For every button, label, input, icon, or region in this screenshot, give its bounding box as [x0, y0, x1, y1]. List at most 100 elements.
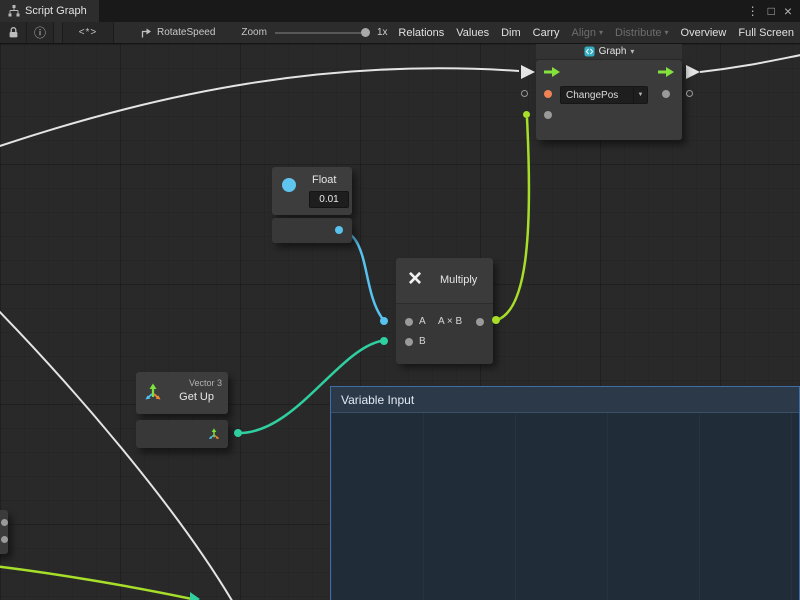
- toolbar-button-relations[interactable]: Relations: [392, 22, 450, 44]
- button-label: Carry: [533, 27, 560, 39]
- button-label: Full Screen: [738, 27, 794, 39]
- variable-input-body[interactable]: [331, 413, 799, 600]
- multiply-result-wire-start[interactable]: [492, 316, 500, 324]
- vector3-node-header[interactable]: Vector 3 Get Up: [136, 372, 228, 414]
- vector3-node-title: Get Up: [179, 391, 214, 403]
- float-node-header[interactable]: Float 0.01: [272, 167, 352, 215]
- wire-multiply-to-changepos[interactable]: [497, 118, 529, 320]
- flow-arrowhead-in: [521, 65, 535, 79]
- multiply-a-port[interactable]: [405, 318, 413, 326]
- tab-bar: Script Graph ⋮ □ ×: [0, 0, 800, 22]
- code-view-button[interactable]: <*>: [62, 22, 114, 43]
- toolbar-button-align[interactable]: Align▾: [566, 22, 609, 44]
- toolbar-buttons: Relations Values Dim Carry Align▾ Distri…: [392, 22, 800, 44]
- variable-dropdown[interactable]: ChangePos ▼: [560, 86, 648, 104]
- wire-diagonal[interactable]: [0, 306, 234, 600]
- multiply-node[interactable]: × Multiply A A × B B: [396, 258, 493, 363]
- graph-icon: [584, 46, 595, 57]
- flow-out-port-icon[interactable]: [658, 67, 674, 77]
- window-buttons: ⋮ □ ×: [747, 0, 800, 22]
- tab-script-graph[interactable]: Script Graph: [0, 0, 99, 22]
- input-port[interactable]: [544, 111, 552, 119]
- graph-node-title: Graph: [599, 46, 627, 57]
- button-label: Values: [456, 27, 489, 39]
- changepos-value-port[interactable]: [544, 90, 552, 98]
- float-node-body[interactable]: [272, 218, 352, 243]
- graph-name: RotateSpeed: [157, 27, 215, 38]
- multiply-b-wire-end[interactable]: [380, 337, 388, 345]
- maximize-icon[interactable]: □: [768, 0, 775, 22]
- wire-flow-in[interactable]: [0, 68, 519, 148]
- float-node-title: Float: [312, 174, 336, 186]
- code-icon: <*>: [79, 27, 98, 38]
- script-graph-window: Script Graph ⋮ □ × ⓘ <*> RotateSpeed: [0, 0, 800, 600]
- zoom-slider[interactable]: [275, 32, 367, 34]
- variable-dropdown-value: ChangePos: [561, 90, 633, 101]
- multiply-b-label: B: [419, 336, 426, 347]
- zoom-slider-knob[interactable]: [361, 28, 370, 37]
- graph-reference[interactable]: RotateSpeed: [140, 27, 215, 39]
- toolbar-button-distribute[interactable]: Distribute ▾: [609, 22, 674, 44]
- wire-green-bottom[interactable]: [0, 566, 192, 599]
- multiply-a-label: A: [419, 316, 426, 327]
- multiply-node-title: Multiply: [440, 274, 477, 286]
- toolbar-button-values[interactable]: Values: [450, 22, 495, 44]
- chevron-down-icon: ▾: [665, 28, 669, 37]
- variable-input-header[interactable]: Variable Input: [331, 387, 799, 413]
- button-label: Dim: [501, 27, 521, 39]
- script-graph-icon: [8, 5, 20, 17]
- toolbar-button-fullscreen[interactable]: Full Screen: [732, 22, 800, 44]
- vector3-output-port[interactable]: [234, 429, 242, 437]
- chevron-down-icon: ▾: [630, 47, 634, 56]
- flow-in-port-icon[interactable]: [544, 67, 560, 77]
- unit-icon: [140, 27, 152, 39]
- toolbar-button-dim[interactable]: Dim: [495, 22, 527, 44]
- vector3-node-body[interactable]: [136, 420, 228, 448]
- close-icon[interactable]: ×: [784, 0, 792, 22]
- graph-canvas[interactable]: Graph ▾ ChangePos ▼ Float 0.: [0, 44, 800, 600]
- multiply-result-port[interactable]: [476, 318, 484, 326]
- multiply-b-port[interactable]: [405, 338, 413, 346]
- value-out-port[interactable]: [662, 90, 670, 98]
- offscreen-node-port[interactable]: [1, 519, 8, 526]
- float-value: 0.01: [319, 194, 338, 205]
- chevron-down-icon: ▾: [599, 28, 603, 37]
- tab-title: Script Graph: [25, 5, 87, 17]
- button-label: Overview: [681, 27, 727, 39]
- graph-node[interactable]: ChangePos ▼: [536, 60, 682, 140]
- wire-green-bottom-arrowhead: [190, 592, 200, 600]
- variable-input-title: Variable Input: [341, 393, 414, 407]
- dropdown-caret-icon: ▼: [633, 87, 647, 103]
- toolbar-button-overview[interactable]: Overview: [675, 22, 733, 44]
- lime-wire-end-port[interactable]: [523, 111, 530, 118]
- offscreen-node[interactable]: [0, 510, 8, 554]
- multiply-result-label: A × B: [438, 316, 462, 327]
- wire-flow-out[interactable]: [700, 54, 800, 72]
- lock-button[interactable]: [0, 22, 27, 43]
- menu-icon[interactable]: ⋮: [747, 0, 759, 22]
- button-label: Distribute: [615, 27, 661, 39]
- offscreen-node-port[interactable]: [1, 536, 8, 543]
- vector3-axes-icon: [144, 383, 162, 401]
- zoom-label: Zoom: [241, 27, 267, 38]
- float-value-field[interactable]: 0.01: [309, 191, 349, 208]
- info-icon: ⓘ: [34, 24, 46, 41]
- multiply-icon: ×: [408, 266, 422, 292]
- graph-node-header[interactable]: Graph ▾: [536, 44, 682, 59]
- unconnected-port-right[interactable]: [686, 90, 693, 97]
- lock-icon: [8, 26, 19, 39]
- vector3-type-label: Vector 3: [189, 378, 222, 388]
- multiply-a-wire-end[interactable]: [380, 317, 388, 325]
- info-button[interactable]: ⓘ: [27, 22, 54, 43]
- unconnected-port-left[interactable]: [521, 90, 528, 97]
- button-label: Align: [572, 27, 596, 39]
- float-type-icon: [282, 178, 296, 192]
- toolbar-button-carry[interactable]: Carry: [527, 22, 566, 44]
- variable-input-panel: Variable Input: [330, 386, 800, 600]
- wire-float-to-multiply[interactable]: [341, 230, 382, 318]
- zoom-value: 1x: [377, 27, 388, 38]
- vector3-output-icon: [208, 428, 220, 440]
- zoom-control: Zoom 1x: [241, 27, 387, 38]
- float-output-port[interactable]: [335, 226, 343, 234]
- flow-arrowhead-out: [686, 65, 700, 79]
